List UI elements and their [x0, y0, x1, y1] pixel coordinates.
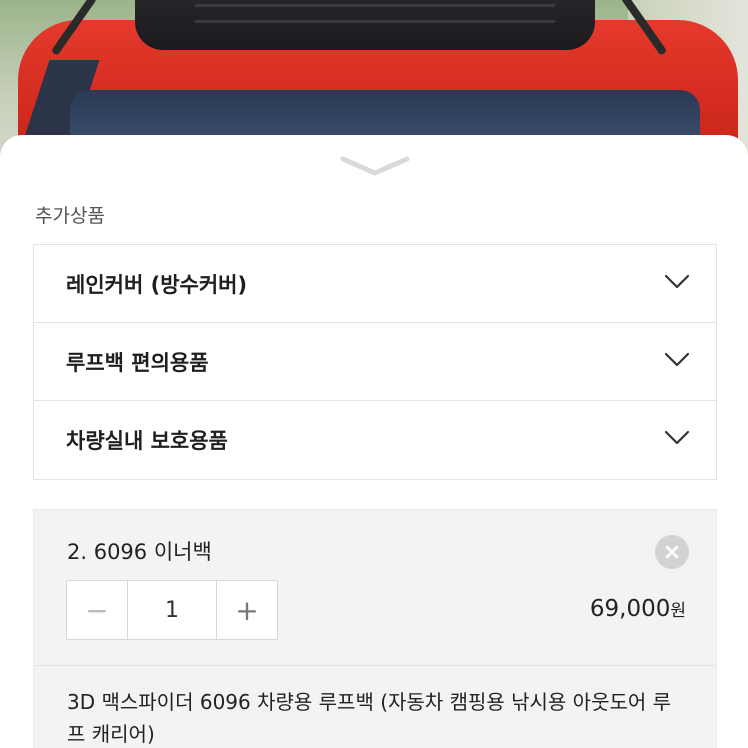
accordion-item-label: 레인커버 (방수커버)	[66, 272, 248, 297]
price-amount: 69,000	[589, 596, 671, 622]
accordion-item-rain-cover[interactable]: 레인커버 (방수커버)	[34, 245, 716, 323]
divider	[34, 665, 716, 666]
increase-quantity-button[interactable]: +	[216, 581, 277, 639]
selected-product-title: 2. 6096 이너백	[67, 540, 212, 564]
item-price: 69,000원	[590, 596, 686, 622]
close-icon	[665, 545, 679, 559]
quantity-stepper: − 1 +	[66, 580, 278, 640]
chevron-down-icon	[664, 430, 690, 445]
section-title: 추가상품	[35, 205, 105, 227]
product-description: 3D 맥스파이더 6096 차량용 루프백 (자동차 캠핑용 낚시용 아웃도어 …	[67, 690, 672, 746]
decrease-quantity-button[interactable]: −	[67, 581, 128, 639]
additional-products-accordion: 레인커버 (방수커버) 루프백 편의용품 차량실내 보호용품	[33, 244, 717, 480]
chevron-down-icon	[664, 274, 690, 289]
quantity-value[interactable]: 1	[128, 581, 216, 639]
selected-product-card: 2. 6096 이너백 − 1 + 69,000원 3D 맥스파이더 6096 …	[33, 509, 717, 748]
accordion-item-roofbag-accessories[interactable]: 루프백 편의용품	[34, 323, 716, 401]
accordion-item-label: 차량실내 보호용품	[66, 429, 228, 453]
accordion-item-interior-protection[interactable]: 차량실내 보호용품	[34, 401, 716, 479]
chevron-down-icon	[664, 352, 690, 367]
accordion-item-label: 루프백 편의용품	[66, 350, 209, 375]
options-bottom-sheet: 추가상품 레인커버 (방수커버) 루프백 편의용품 차량실내 보호용품 2. 6…	[0, 135, 748, 748]
price-unit: 원	[670, 601, 686, 621]
remove-item-button[interactable]	[655, 535, 689, 569]
chevron-down-icon[interactable]	[340, 155, 410, 177]
